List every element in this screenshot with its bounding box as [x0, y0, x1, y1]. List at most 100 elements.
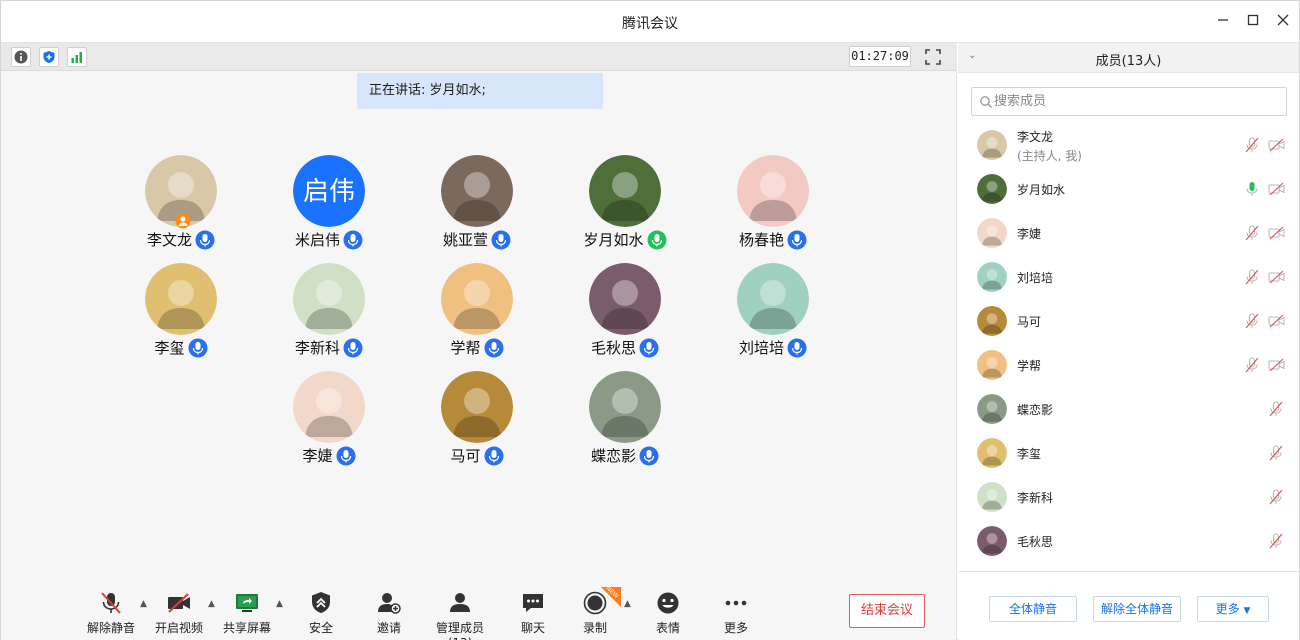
participant-avatar: [145, 263, 217, 335]
mic-active-icon[interactable]: [1244, 181, 1260, 197]
participant-name: 姚亚萱: [442, 231, 488, 249]
mic-icon: [343, 338, 363, 358]
meeting-timer: 01:27:09: [849, 46, 911, 67]
participant-tile[interactable]: 姚亚萱: [417, 155, 537, 255]
participant-tile[interactable]: 李婕: [269, 371, 389, 471]
members-panel: ⌄ 成员(13人) 李文龙(主持人, 我)岁月如水李婕刘培培马可学帮蝶恋影李玺李…: [958, 43, 1299, 640]
share-screen-button[interactable]: 共享屏幕: [221, 591, 273, 636]
mic-muted-icon[interactable]: [1268, 401, 1284, 417]
emoji-button[interactable]: 表情: [648, 591, 688, 636]
panel-more-label: 更多: [1215, 602, 1240, 616]
close-icon[interactable]: [1273, 12, 1293, 32]
participant-tile[interactable]: 启伟 米启伟: [269, 155, 389, 255]
svg-text:启伟: 启伟: [303, 177, 355, 207]
mic-icon: [639, 446, 659, 466]
mic-muted-icon[interactable]: [1244, 357, 1260, 373]
maximize-icon[interactable]: [1243, 12, 1263, 32]
share-screen-icon: [236, 594, 258, 612]
panel-more-button[interactable]: 更多 ▼: [1197, 596, 1269, 622]
participant-tile[interactable]: 毛秋思: [565, 263, 685, 363]
participant-tile[interactable]: 刘培培: [713, 263, 833, 363]
mic-icon: [336, 446, 356, 466]
participant-avatar: [441, 155, 513, 227]
member-list-item[interactable]: 刘培培: [958, 255, 1299, 299]
member-name: 蝶恋影: [1017, 403, 1054, 417]
members-panel-title: 成员(13人): [1095, 54, 1162, 69]
camera-off-icon[interactable]: [1268, 314, 1286, 328]
unmute-button[interactable]: 解除静音: [85, 591, 137, 636]
speaking-label: 正在讲话:: [369, 83, 426, 98]
mic-muted-icon[interactable]: [1244, 225, 1260, 241]
unmute-all-button[interactable]: 解除全体静音: [1093, 596, 1181, 622]
participant-avatar: [293, 263, 365, 335]
mic-muted-icon[interactable]: [1268, 489, 1284, 505]
participant-tile[interactable]: 马可: [417, 371, 537, 471]
security-button[interactable]: 安全: [301, 591, 341, 636]
mic-muted-icon[interactable]: [1268, 533, 1284, 549]
mic-muted-icon[interactable]: [1244, 313, 1260, 329]
member-list-item[interactable]: 马可: [958, 299, 1299, 343]
participant-tile[interactable]: 蝶恋影: [565, 371, 685, 471]
window-title: 腾讯会议: [622, 16, 678, 32]
member-list-item[interactable]: 蝶恋影: [958, 387, 1299, 431]
mic-muted-icon[interactable]: [1244, 137, 1260, 153]
fullscreen-icon[interactable]: [923, 47, 943, 67]
member-list-item[interactable]: 毛秋思: [958, 519, 1299, 563]
chat-button[interactable]: 聊天: [513, 591, 553, 636]
participant-avatar: [589, 155, 661, 227]
audio-options-caret[interactable]: ▲: [140, 599, 147, 609]
participant-avatar: [737, 155, 809, 227]
member-avatar: [977, 526, 1007, 556]
security-shield-icon: [312, 592, 330, 613]
speaking-indicator: 正在讲话: 岁月如水;: [357, 73, 603, 109]
member-avatar: [977, 130, 1007, 160]
more-button[interactable]: 更多: [716, 591, 756, 636]
member-list-item[interactable]: 岁月如水: [958, 167, 1299, 211]
member-avatar: [977, 174, 1007, 204]
shield-icon[interactable]: [39, 47, 59, 67]
participant-tile[interactable]: 李新科: [269, 263, 389, 363]
participant-tile[interactable]: 学帮: [417, 263, 537, 363]
invite-button[interactable]: 邀请: [369, 591, 409, 636]
start-video-button[interactable]: 开启视频: [153, 591, 205, 636]
mic-muted-icon[interactable]: [1268, 445, 1284, 461]
info-icon[interactable]: [11, 47, 31, 67]
signal-icon[interactable]: [67, 47, 87, 67]
record-options-caret[interactable]: ▲: [624, 599, 631, 609]
mic-icon: [195, 230, 215, 250]
camera-off-icon[interactable]: [1268, 358, 1286, 372]
video-options-caret[interactable]: ▲: [208, 599, 215, 609]
participant-name-row: 学帮: [417, 337, 537, 358]
share-options-caret[interactable]: ▲: [276, 599, 283, 609]
member-avatar: [977, 218, 1007, 248]
member-list-item[interactable]: 李新科: [958, 475, 1299, 519]
participant-tile[interactable]: 李玺: [121, 263, 241, 363]
mic-muted-icon[interactable]: [1244, 269, 1260, 285]
participant-name: 李文龙: [146, 231, 192, 249]
member-list-item[interactable]: 李玺: [958, 431, 1299, 475]
participant-name: 刘培培: [738, 339, 784, 357]
participant-tile[interactable]: 李文龙: [121, 155, 241, 255]
member-list-item[interactable]: 学帮: [958, 343, 1299, 387]
camera-off-icon[interactable]: [1268, 182, 1286, 196]
participant-avatar: [589, 263, 661, 335]
member-search-input[interactable]: [994, 91, 1274, 112]
participant-tile[interactable]: 岁月如水: [565, 155, 685, 255]
members-panel-footer: 全体静音 解除全体静音 更多 ▼: [958, 571, 1299, 640]
member-list-item[interactable]: 李婕: [958, 211, 1299, 255]
minimize-icon[interactable]: [1213, 12, 1233, 32]
mic-muted-icon: [101, 592, 121, 614]
invite-label: 邀请: [376, 621, 401, 635]
manage-members-button[interactable]: 管理成员(13): [425, 591, 495, 640]
camera-off-icon[interactable]: [1268, 226, 1286, 240]
camera-off-icon[interactable]: [1268, 138, 1286, 152]
end-meeting-button[interactable]: 结束会议: [849, 594, 925, 628]
member-list-item[interactable]: 李文龙 (主持人, 我): [958, 123, 1299, 167]
participant-tile[interactable]: 杨春艳: [713, 155, 833, 255]
member-name: 李婕: [1017, 227, 1042, 241]
mute-all-button[interactable]: 全体静音: [989, 596, 1077, 622]
participant-name-row: 马可: [417, 445, 537, 466]
participant-avatar: [293, 371, 365, 443]
member-search[interactable]: [971, 87, 1287, 116]
camera-off-icon[interactable]: [1268, 270, 1286, 284]
